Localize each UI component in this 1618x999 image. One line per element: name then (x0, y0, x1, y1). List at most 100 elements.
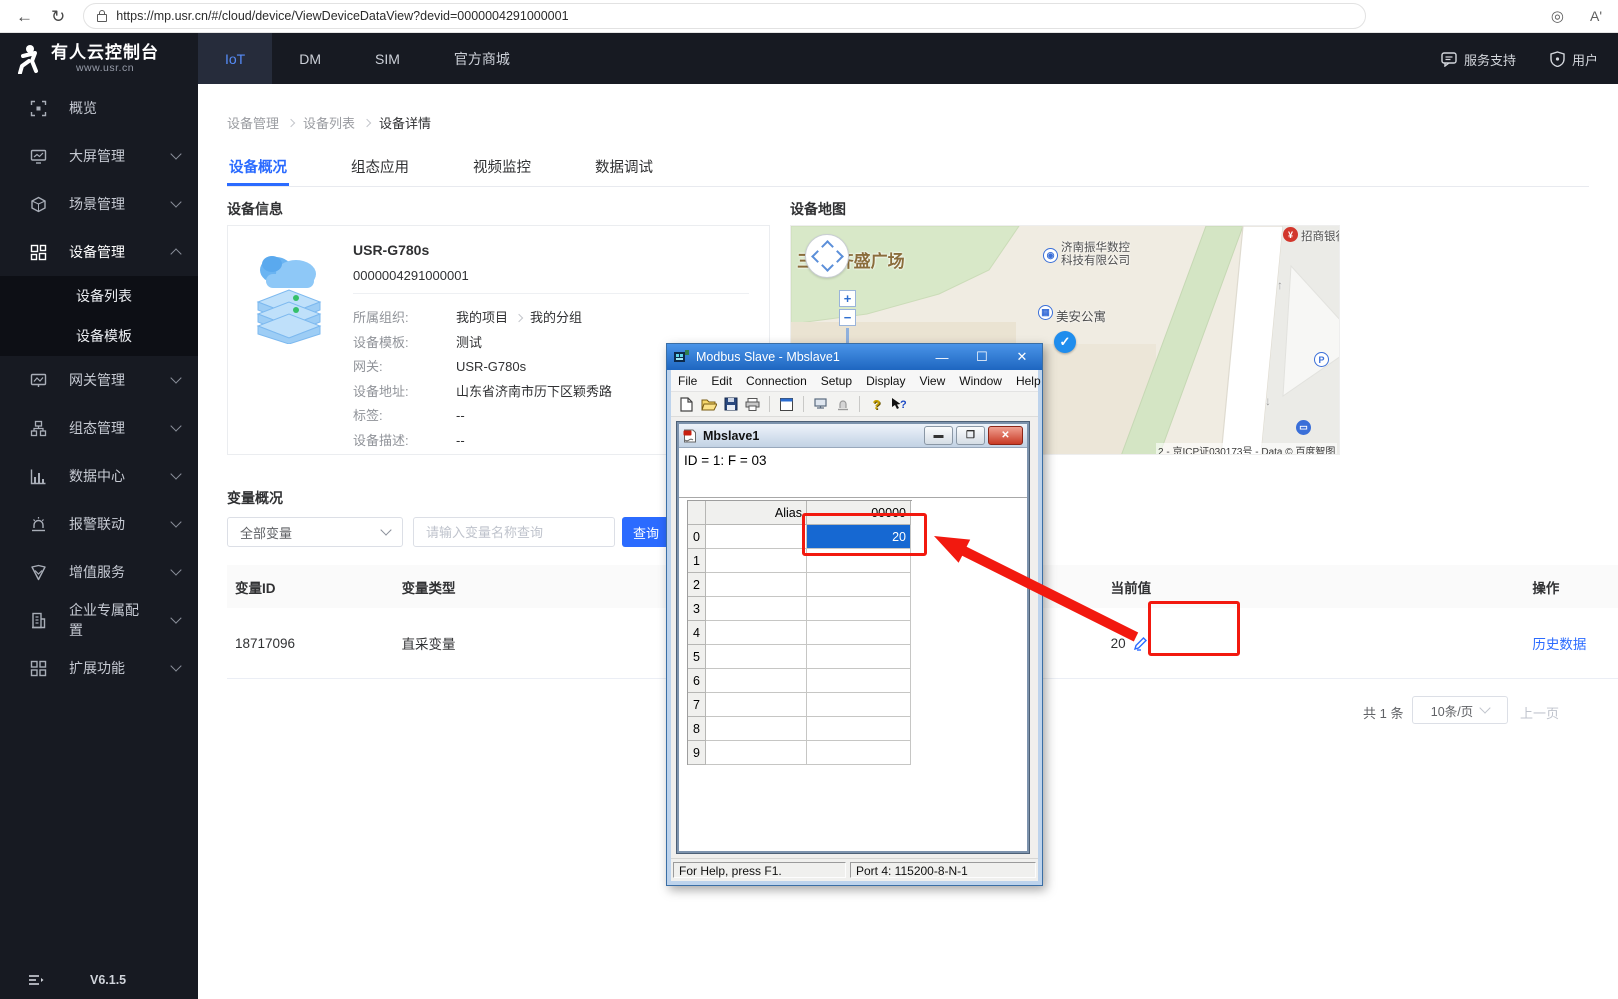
sidebar-item-alarm[interactable]: 报警联动 (0, 500, 198, 548)
page-size-select[interactable]: 10条/页 (1412, 696, 1508, 724)
modbus-title-bar[interactable]: Modbus Slave - Mbslave1 — ☐ ✕ (667, 344, 1042, 370)
modbus-minimize-button[interactable]: — (929, 350, 955, 365)
modbus-maximize-button[interactable]: ☐ (969, 349, 995, 365)
menu-window[interactable]: Window (952, 374, 1009, 388)
history-data-link[interactable]: 历史数据 (1532, 637, 1586, 652)
map-pan-control[interactable] (805, 234, 849, 278)
menu-display[interactable]: Display (859, 374, 912, 388)
value-cell[interactable] (807, 669, 911, 693)
brand[interactable]: 有人云控制台 www.usr.cn (0, 33, 198, 85)
menu-file[interactable]: File (671, 374, 704, 388)
cell-variable-id: 18717096 (235, 636, 402, 651)
pan-up-icon[interactable] (821, 240, 834, 253)
alias-cell[interactable] (706, 693, 807, 717)
breadcrumb-device-list[interactable]: 设备列表 (303, 113, 355, 132)
sidebar-item-datacenter[interactable]: 数据中心 (0, 452, 198, 500)
query-button[interactable]: 查询 (622, 517, 670, 547)
mbslave-title-bar[interactable]: Mbslave1 ▬ ❐ ✕ (679, 424, 1027, 448)
alias-cell[interactable] (706, 549, 807, 573)
browser-refresh-icon[interactable]: ↻ (51, 8, 65, 25)
alias-cell[interactable] (706, 645, 807, 669)
value-cell[interactable] (807, 693, 911, 717)
menu-view[interactable]: View (912, 374, 952, 388)
breadcrumb-device-mgmt[interactable]: 设备管理 (227, 113, 279, 132)
device-name: USR-G780s (353, 242, 429, 258)
menu-connection[interactable]: Connection (739, 374, 814, 388)
alias-cell[interactable] (706, 573, 807, 597)
browser-back-icon[interactable]: ← (16, 8, 33, 25)
sidebar-item-scene[interactable]: 场景管理 (0, 180, 198, 228)
modbus-close-button[interactable]: ✕ (1009, 349, 1035, 365)
doc-restore-button[interactable]: ❐ (956, 426, 985, 445)
user-center[interactable]: 用户 (1538, 50, 1618, 69)
tab-data-debug[interactable]: 数据调试 (593, 150, 655, 186)
value-cell[interactable] (807, 741, 911, 765)
context-help-icon[interactable]: ? (890, 396, 907, 412)
sidebar-item-gateway[interactable]: 网关管理 (0, 356, 198, 404)
sidebar-subitem-device-template[interactable]: 设备模板 (0, 316, 198, 356)
nav-mall[interactable]: 官方商城 (427, 33, 537, 85)
map-device-marker[interactable]: ✓ (1054, 331, 1076, 353)
service-support[interactable]: 服务支持 (1429, 50, 1528, 69)
device-field-tag: 标签:-- (353, 404, 465, 429)
new-file-icon[interactable] (678, 396, 695, 412)
nav-dm[interactable]: DM (272, 33, 348, 85)
pan-down-icon[interactable] (821, 259, 834, 272)
alias-cell[interactable] (706, 597, 807, 621)
doc-close-button[interactable]: ✕ (988, 426, 1023, 445)
tab-configuration-app[interactable]: 组态应用 (349, 150, 411, 186)
value-cell[interactable] (807, 597, 911, 621)
address-bar[interactable]: https://mp.usr.cn/#/cloud/device/ViewDev… (83, 3, 1366, 29)
sidebar-item-bigscreen[interactable]: 大屏管理 (0, 132, 198, 180)
value-cell[interactable] (807, 549, 911, 573)
menu-setup[interactable]: Setup (814, 374, 859, 388)
map-label-apartment: 美安公寓 (1056, 306, 1106, 325)
print-icon[interactable] (744, 396, 761, 412)
variable-filter-select[interactable]: 全部变量 (227, 517, 403, 547)
prev-page-button[interactable]: 上一页 (1520, 703, 1559, 722)
enterprise-icon (30, 612, 47, 629)
sidebar-item-overview[interactable]: 概览 (0, 84, 198, 132)
collapse-sidebar-icon[interactable] (28, 974, 44, 986)
browser-target-icon[interactable]: ◎ (1551, 7, 1564, 25)
save-file-icon[interactable] (722, 396, 739, 412)
help-icon[interactable]: ? (868, 396, 885, 412)
browser-read-aloud-icon[interactable]: Aʹ (1590, 8, 1602, 24)
nav-sim[interactable]: SIM (348, 33, 427, 85)
alias-cell[interactable] (706, 717, 807, 741)
value-cell[interactable] (807, 717, 911, 741)
value-cell[interactable] (807, 573, 911, 597)
alias-cell[interactable] (706, 621, 807, 645)
nav-iot[interactable]: IoT (198, 33, 272, 85)
value-cell[interactable] (807, 621, 911, 645)
menu-help[interactable]: Help (1009, 374, 1048, 388)
alias-cell[interactable] (706, 525, 807, 549)
sidebar-subitem-device-list[interactable]: 设备列表 (0, 276, 198, 316)
doc-minimize-button[interactable]: ▬ (924, 426, 953, 445)
pan-right-icon[interactable] (831, 250, 844, 263)
alias-cell[interactable] (706, 669, 807, 693)
value-cell[interactable] (807, 645, 911, 669)
poll-definition-icon[interactable] (812, 396, 829, 412)
communication-icon[interactable] (834, 396, 851, 412)
sidebar-item-extensions[interactable]: 扩展功能 (0, 644, 198, 692)
sidebar-item-device[interactable]: 设备管理 (0, 228, 198, 276)
modbus-slave-window[interactable]: Modbus Slave - Mbslave1 — ☐ ✕ File Edit … (666, 343, 1043, 886)
tab-video-monitor[interactable]: 视频监控 (471, 150, 533, 186)
lock-icon (97, 14, 107, 22)
tab-device-overview[interactable]: 设备概况 (227, 150, 289, 186)
sidebar-item-configuration[interactable]: 组态管理 (0, 404, 198, 452)
value-cell-selected[interactable]: 20 (807, 525, 911, 549)
sidebar-item-enterprise[interactable]: 企业专属配置 (0, 596, 198, 644)
alias-cell[interactable] (706, 741, 807, 765)
map-zoom-out-button[interactable]: − (839, 309, 856, 326)
map-zoom-in-button[interactable]: + (839, 290, 856, 307)
variable-search-input[interactable] (413, 517, 615, 547)
pan-left-icon[interactable] (811, 250, 824, 263)
open-file-icon[interactable] (700, 396, 717, 412)
display-settings-icon[interactable] (778, 396, 795, 412)
edit-value-icon[interactable] (1133, 636, 1148, 651)
menu-edit[interactable]: Edit (704, 374, 739, 388)
mbslave-document-window[interactable]: Mbslave1 ▬ ❐ ✕ ID = 1: F = 03 Alias 0000… (677, 422, 1029, 853)
sidebar-item-value-service[interactable]: 增值服务 (0, 548, 198, 596)
